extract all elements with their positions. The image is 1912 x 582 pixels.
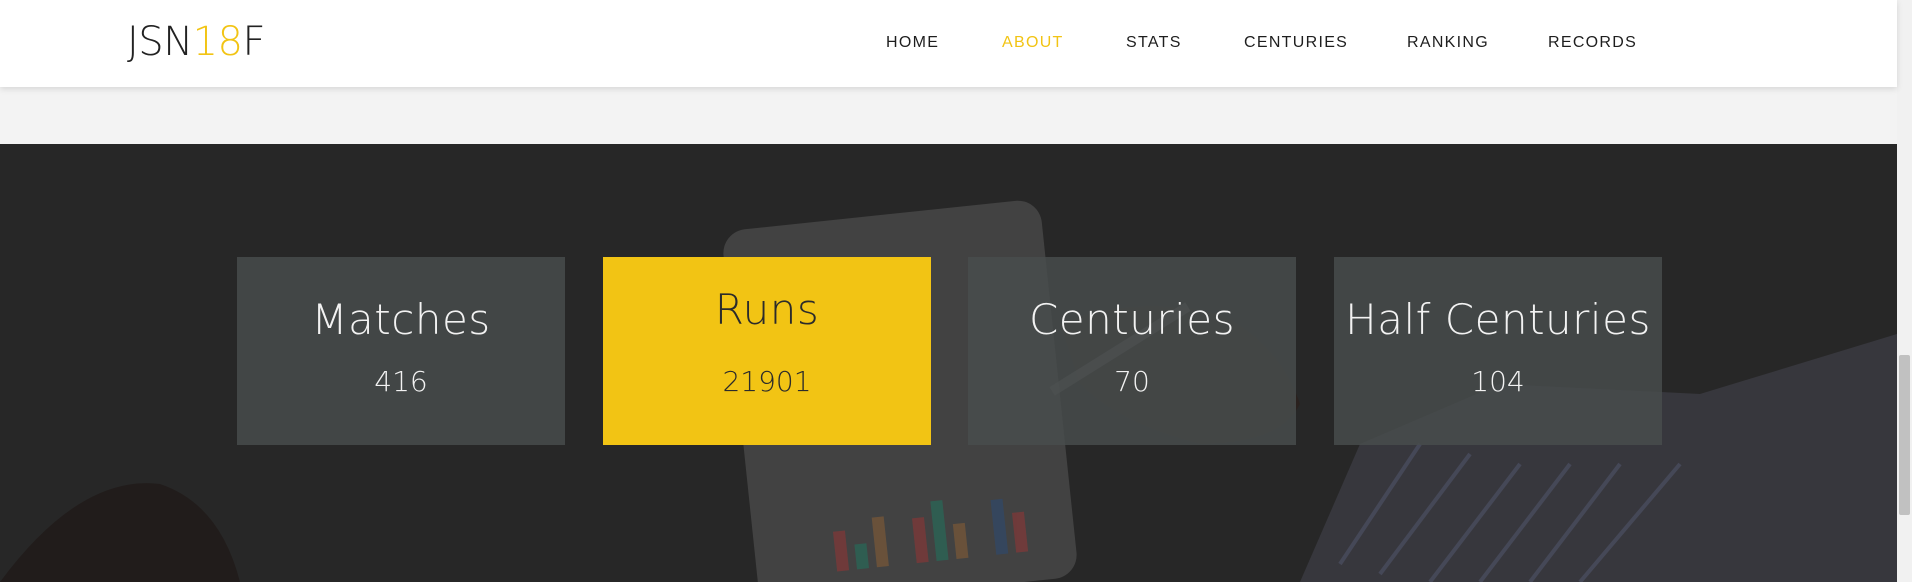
nav-item-about[interactable]: ABOUT (1002, 31, 1064, 55)
page-scrollbar[interactable] (1897, 0, 1912, 582)
stats-section: Matches 416 Runs 21901 Centuries 70 Half… (0, 144, 1897, 582)
stat-value: 70 (1114, 365, 1150, 398)
stat-card-half-centuries[interactable]: Half Centuries 104 (1334, 257, 1662, 445)
top-navbar: JSN18F HOME ABOUT STATS CENTURIES RANKIN… (0, 0, 1897, 87)
stat-value: 21901 (722, 365, 812, 398)
stat-title: Half Centuries (1345, 295, 1651, 344)
nav-item-records[interactable]: RECORDS (1548, 31, 1637, 55)
stat-card-matches[interactable]: Matches 416 (237, 257, 565, 445)
stat-card-runs[interactable]: Runs 21901 (603, 257, 931, 445)
stat-value: 104 (1471, 365, 1525, 398)
nav-item-centuries[interactable]: CENTURIES (1244, 31, 1348, 55)
stat-title: Runs (714, 285, 820, 334)
nav-item-stats[interactable]: STATS (1126, 31, 1182, 55)
stat-title: Centuries (1028, 295, 1236, 344)
stat-card-centuries[interactable]: Centuries 70 (968, 257, 1296, 445)
nav-item-home[interactable]: HOME (886, 31, 939, 55)
main-nav: HOME ABOUT STATS CENTURIES RANKING RECOR… (0, 31, 1897, 55)
nav-item-ranking[interactable]: RANKING (1407, 31, 1489, 55)
stat-value: 416 (374, 365, 428, 398)
scrollbar-thumb[interactable] (1899, 355, 1910, 515)
stat-title: Matches (311, 295, 491, 344)
